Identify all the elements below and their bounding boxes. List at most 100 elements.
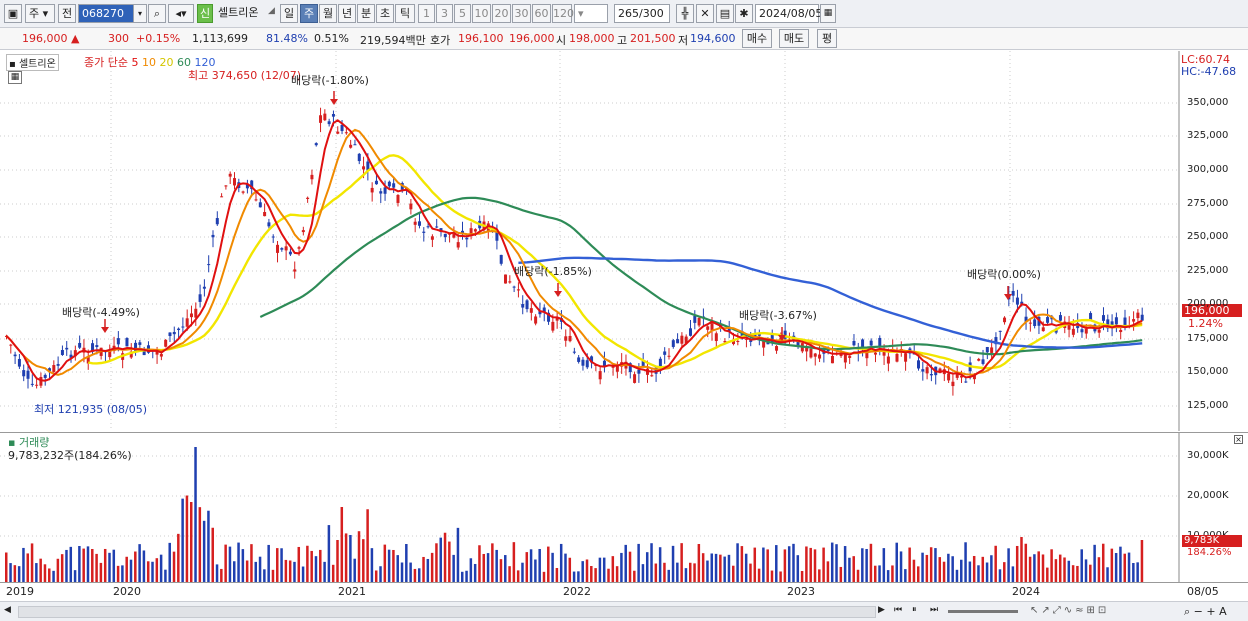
candle-body (990, 347, 994, 353)
volume-value: 1,113,699 (192, 32, 248, 45)
candle-body (370, 187, 374, 193)
volume-bar (461, 571, 464, 582)
period-second[interactable]: 초 (376, 4, 394, 23)
candle-body (878, 337, 882, 347)
candle-body (499, 254, 503, 264)
volume-bar (645, 552, 649, 582)
price-bg (0, 51, 1248, 431)
pause-icon[interactable]: ⏸ (912, 605, 926, 618)
scroll-right-icon[interactable]: ▶ (878, 605, 890, 618)
volume-bar (985, 562, 989, 582)
volume-bar (400, 562, 404, 582)
volume-bar (843, 546, 847, 582)
interval-30[interactable]: 30 (512, 4, 531, 23)
zoom-controls-icons[interactable]: ⌕ − + A (1184, 605, 1244, 618)
volume-bar (112, 549, 116, 582)
window-menu-icon[interactable]: ▣ (4, 4, 22, 23)
volume-bar (1071, 565, 1075, 582)
bar-count[interactable]: 265/300 (614, 4, 670, 23)
dividend-note: 배당락(-4.49%) (62, 306, 140, 319)
candle-body (564, 336, 568, 341)
candle-body (297, 247, 301, 249)
period-tick[interactable]: 틱 (395, 4, 415, 23)
volume-bar (344, 533, 348, 582)
volume-bar (968, 561, 972, 582)
forward-icon[interactable]: ⏭ (930, 605, 944, 618)
volume-bar (405, 543, 408, 582)
volume-bar (13, 565, 17, 582)
scroll-left-icon[interactable]: ◀ (4, 605, 16, 618)
candle-body (198, 294, 202, 302)
volume-bar (435, 543, 438, 582)
volume-bar (224, 544, 227, 582)
candle-body (633, 374, 637, 383)
candle-body (340, 124, 344, 132)
name-expand-icon[interactable]: ◢ (268, 6, 278, 20)
volume-bar (813, 549, 817, 582)
rewind-icon[interactable]: ⏮ (894, 605, 908, 618)
interval-120[interactable]: 120 (552, 4, 574, 23)
interval-20[interactable]: 20 (492, 4, 511, 23)
interval-10[interactable]: 10 (472, 4, 491, 23)
candle-body (443, 233, 447, 238)
volume-bar (91, 549, 94, 582)
volume-bar (1097, 557, 1101, 582)
search-icon[interactable]: ⌕ (148, 4, 166, 23)
period-week[interactable]: 주 (300, 4, 318, 23)
price-change-pct: +0.15% (136, 32, 181, 45)
eval-button[interactable]: 평 (817, 29, 837, 48)
x-axis: 2019 2020 2021 2022 2023 2024 08/05 (0, 582, 1248, 600)
date-input[interactable]: 2024/08/05 (755, 4, 822, 23)
interval-3[interactable]: 3 (436, 4, 453, 23)
volume-bar (422, 556, 425, 582)
volume-bar (327, 525, 331, 582)
interval-1[interactable]: 1 (418, 4, 435, 23)
grid-icon[interactable]: ▦ (8, 71, 22, 84)
volume-bar (981, 556, 985, 582)
gear-icon[interactable]: ✱ (735, 4, 753, 23)
candle-body (706, 326, 710, 330)
zoom-slider[interactable] (948, 610, 1018, 613)
period-select[interactable]: 주 ▾ (25, 4, 55, 23)
scrollbar-track[interactable] (18, 606, 876, 618)
volume-bar (26, 553, 30, 582)
crosshair-icon[interactable]: ✕ (696, 4, 714, 23)
candle-body (456, 242, 460, 248)
volume-bar (1140, 540, 1144, 582)
speaker-icon[interactable]: ◂▾ (168, 4, 194, 23)
volume-bar (934, 548, 937, 582)
interval-5[interactable]: 5 (454, 4, 471, 23)
period-month[interactable]: 월 (319, 4, 337, 23)
price-chart-svg[interactable] (0, 51, 1248, 431)
interval-input[interactable]: ▾ (574, 4, 608, 23)
period-year[interactable]: 년 (338, 4, 356, 23)
max-price-note: 최고 374,650 (12/07) (188, 69, 302, 82)
candle-body (319, 115, 323, 123)
volume-chart-svg[interactable] (0, 433, 1248, 583)
volume-bar (917, 566, 920, 582)
code-dropdown-icon[interactable]: ▾ (133, 4, 147, 23)
volume-bar (792, 543, 795, 582)
x-label: 2020 (113, 585, 141, 598)
buy-button[interactable]: 매수 (742, 29, 772, 48)
volume-bar (22, 547, 25, 582)
volume-bar (241, 549, 245, 582)
interval-60[interactable]: 60 (532, 4, 551, 23)
high-label: 고 (617, 34, 628, 47)
volume-bar (280, 548, 283, 582)
period-minute[interactable]: 분 (357, 4, 375, 23)
jeon-button[interactable]: 전 (58, 4, 76, 23)
sell-button[interactable]: 매도 (779, 29, 809, 48)
volume-bar (783, 549, 787, 582)
calendar-icon[interactable]: ▦ (820, 4, 836, 23)
volume-bar (1028, 556, 1032, 582)
drawing-tools-icons[interactable]: ↖↗⤢∿≈⊞⊡ (1030, 605, 1180, 618)
volume-bar (486, 553, 490, 582)
main-toolbar: ▣ 주 ▾ 전 068270 ▾ ⌕ ◂▾ 신 셀트리온 ◢ 일 주 월 년 분… (0, 0, 1248, 28)
save-icon[interactable]: ▤ (716, 4, 734, 23)
candle-body (271, 236, 275, 238)
close-icon[interactable]: × (1234, 435, 1243, 444)
period-day[interactable]: 일 (280, 4, 298, 23)
candle-body (1015, 297, 1019, 305)
candle-type-icon[interactable]: ╬ (676, 4, 694, 23)
